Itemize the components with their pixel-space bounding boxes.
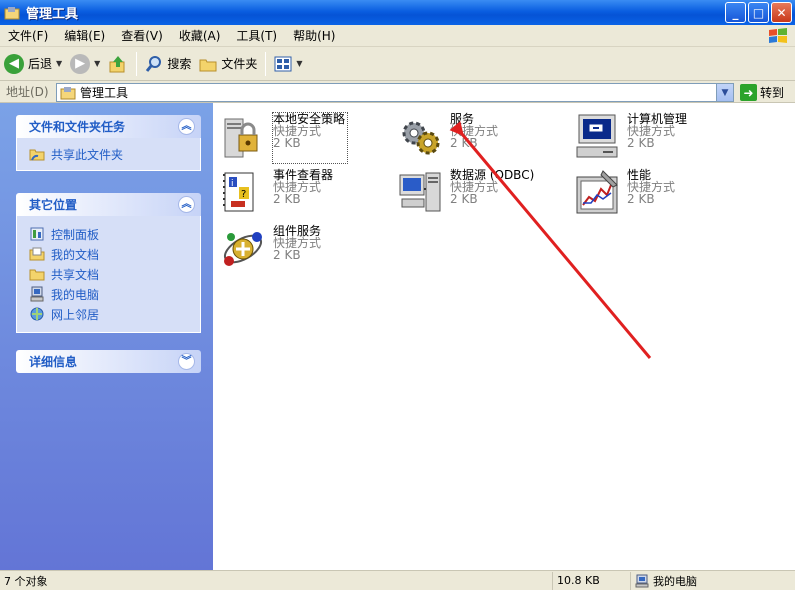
sidebar-item-network-places[interactable]: 网上邻居 — [29, 304, 200, 324]
task-pane: 文件和文件夹任务 ︽ 共享此文件夹 其它位置 ︽ 控制面板 我的文档 共享文档 … — [0, 103, 213, 570]
up-folder-button[interactable] — [104, 50, 132, 78]
address-input[interactable]: 管理工具 ▼ — [56, 83, 734, 102]
sidebar-item-control-panel[interactable]: 控制面板 — [29, 224, 200, 244]
file-item-computer-management[interactable]: 计算机管理 快捷方式 2 KB — [573, 113, 743, 163]
back-dropdown-icon[interactable]: ▼ — [56, 59, 62, 68]
security-policy-icon — [224, 118, 258, 158]
forward-arrow-icon: ▶ — [70, 53, 91, 74]
menu-edit[interactable]: 编辑(E) — [56, 25, 113, 47]
folder-icon — [199, 59, 217, 71]
file-size: 2 KB — [450, 136, 478, 150]
back-arrow-icon: ◀ — [4, 53, 24, 74]
status-total-size: 10.8 KB — [553, 571, 631, 590]
file-list: 本地安全策略 快捷方式 2 KB 服务 快捷方式 2 KB 计算机管理 快捷方式… — [213, 103, 795, 570]
address-dropdown-icon[interactable]: ▼ — [716, 84, 733, 101]
computer-management-icon — [576, 114, 618, 158]
file-size: 2 KB — [450, 192, 478, 206]
services-gear-icon — [402, 121, 440, 155]
title-bar[interactable]: 管理工具 _ □ ✕ — [0, 0, 795, 25]
collapse-chevron-icon[interactable]: ︽ — [178, 196, 195, 213]
menu-bar: 文件(F) 编辑(E) 查看(V) 收藏(A) 工具(T) 帮助(H) — [0, 25, 795, 47]
menu-favorites[interactable]: 收藏(A) — [171, 25, 229, 47]
menu-help[interactable]: 帮助(H) — [285, 25, 343, 47]
toolbar-separator — [136, 51, 138, 76]
minimize-button[interactable]: _ — [725, 2, 746, 23]
file-item-services[interactable]: 服务 快捷方式 2 KB — [396, 113, 566, 163]
share-folder-icon — [29, 146, 45, 162]
views-grid-icon — [274, 56, 292, 71]
status-bar: 7 个对象 10.8 KB 我的电脑 — [0, 570, 795, 590]
window-title: 管理工具 — [26, 7, 79, 22]
my-computer-icon — [635, 574, 649, 587]
file-size: 2 KB — [627, 136, 655, 150]
search-button[interactable]: 搜索 — [141, 50, 195, 78]
control-panel-icon — [29, 226, 45, 242]
toolbar: ◀ 后退 ▼ ▶ ▼ 搜索 文件夹 ▼ — [0, 47, 795, 81]
forward-button[interactable]: ▶ ▼ — [66, 50, 104, 78]
forward-dropdown-icon[interactable]: ▼ — [94, 59, 100, 68]
my-documents-icon — [29, 246, 45, 262]
panel-other-places: 其它位置 ︽ 控制面板 我的文档 共享文档 我的电脑 网上邻居 — [16, 193, 201, 333]
menu-tools[interactable]: 工具(T) — [228, 25, 285, 47]
status-object-count: 7 个对象 — [0, 571, 553, 590]
panel-details-header[interactable]: 详细信息 ︾ — [16, 350, 201, 373]
search-icon — [146, 55, 162, 72]
address-bar: 地址(D) 管理工具 ▼ ➜ 转到 — [0, 81, 795, 103]
odbc-data-source-icon — [399, 172, 441, 212]
windows-logo-icon — [769, 28, 787, 43]
network-places-icon — [29, 306, 45, 322]
status-location: 我的电脑 — [631, 572, 795, 590]
sidebar-item-share-folder[interactable]: 共享此文件夹 — [29, 144, 200, 164]
maximize-button[interactable]: □ — [748, 2, 769, 23]
file-item-event-viewer[interactable]: i ? 事件查看器 快捷方式 2 KB — [219, 169, 389, 219]
file-item-odbc-data-source[interactable]: 数据源 (ODBC) 快捷方式 2 KB — [396, 169, 566, 219]
go-button[interactable]: ➜ 转到 — [740, 83, 784, 102]
performance-icon — [576, 170, 618, 214]
menu-file[interactable]: 文件(F) — [0, 25, 56, 47]
panel-file-tasks-header[interactable]: 文件和文件夹任务 ︽ — [16, 115, 201, 138]
toolbar-separator — [265, 51, 267, 76]
sidebar-item-shared-documents[interactable]: 共享文档 — [29, 264, 200, 284]
views-button[interactable]: ▼ — [270, 50, 306, 78]
component-services-icon — [223, 232, 263, 266]
file-size: 2 KB — [273, 248, 301, 262]
panel-file-tasks: 文件和文件夹任务 ︽ 共享此文件夹 — [16, 115, 201, 171]
file-size: 2 KB — [273, 192, 301, 206]
svg-text:?: ? — [241, 189, 246, 200]
svg-text:i: i — [231, 179, 234, 189]
views-dropdown-icon: ▼ — [296, 59, 303, 68]
folders-button[interactable]: 文件夹 — [195, 50, 261, 78]
file-size: 2 KB — [273, 136, 301, 150]
admin-tools-folder-icon — [4, 5, 20, 21]
file-item-performance[interactable]: 性能 快捷方式 2 KB — [573, 169, 743, 219]
close-button[interactable]: ✕ — [771, 2, 792, 23]
file-item-local-security-policy[interactable]: 本地安全策略 快捷方式 2 KB — [219, 112, 389, 164]
panel-other-places-header[interactable]: 其它位置 ︽ — [16, 193, 201, 216]
go-arrow-icon: ➜ — [740, 84, 757, 101]
menu-view[interactable]: 查看(V) — [113, 25, 171, 47]
up-folder-icon — [109, 55, 125, 72]
shared-documents-icon — [29, 266, 45, 282]
panel-details: 详细信息 ︾ — [16, 350, 201, 373]
file-item-component-services[interactable]: 组件服务 快捷方式 2 KB — [219, 225, 389, 275]
sidebar-item-my-documents[interactable]: 我的文档 — [29, 244, 200, 264]
back-button[interactable]: ◀ 后退 ▼ — [0, 50, 66, 78]
admin-tools-small-icon — [60, 86, 76, 99]
file-size: 2 KB — [627, 192, 655, 206]
address-label: 地址(D) — [6, 85, 49, 99]
sidebar-item-my-computer[interactable]: 我的电脑 — [29, 284, 200, 304]
collapse-chevron-icon[interactable]: ︽ — [178, 118, 195, 135]
my-computer-icon — [29, 286, 45, 302]
expand-chevron-icon[interactable]: ︾ — [178, 353, 195, 370]
event-viewer-icon: i ? — [223, 172, 254, 212]
